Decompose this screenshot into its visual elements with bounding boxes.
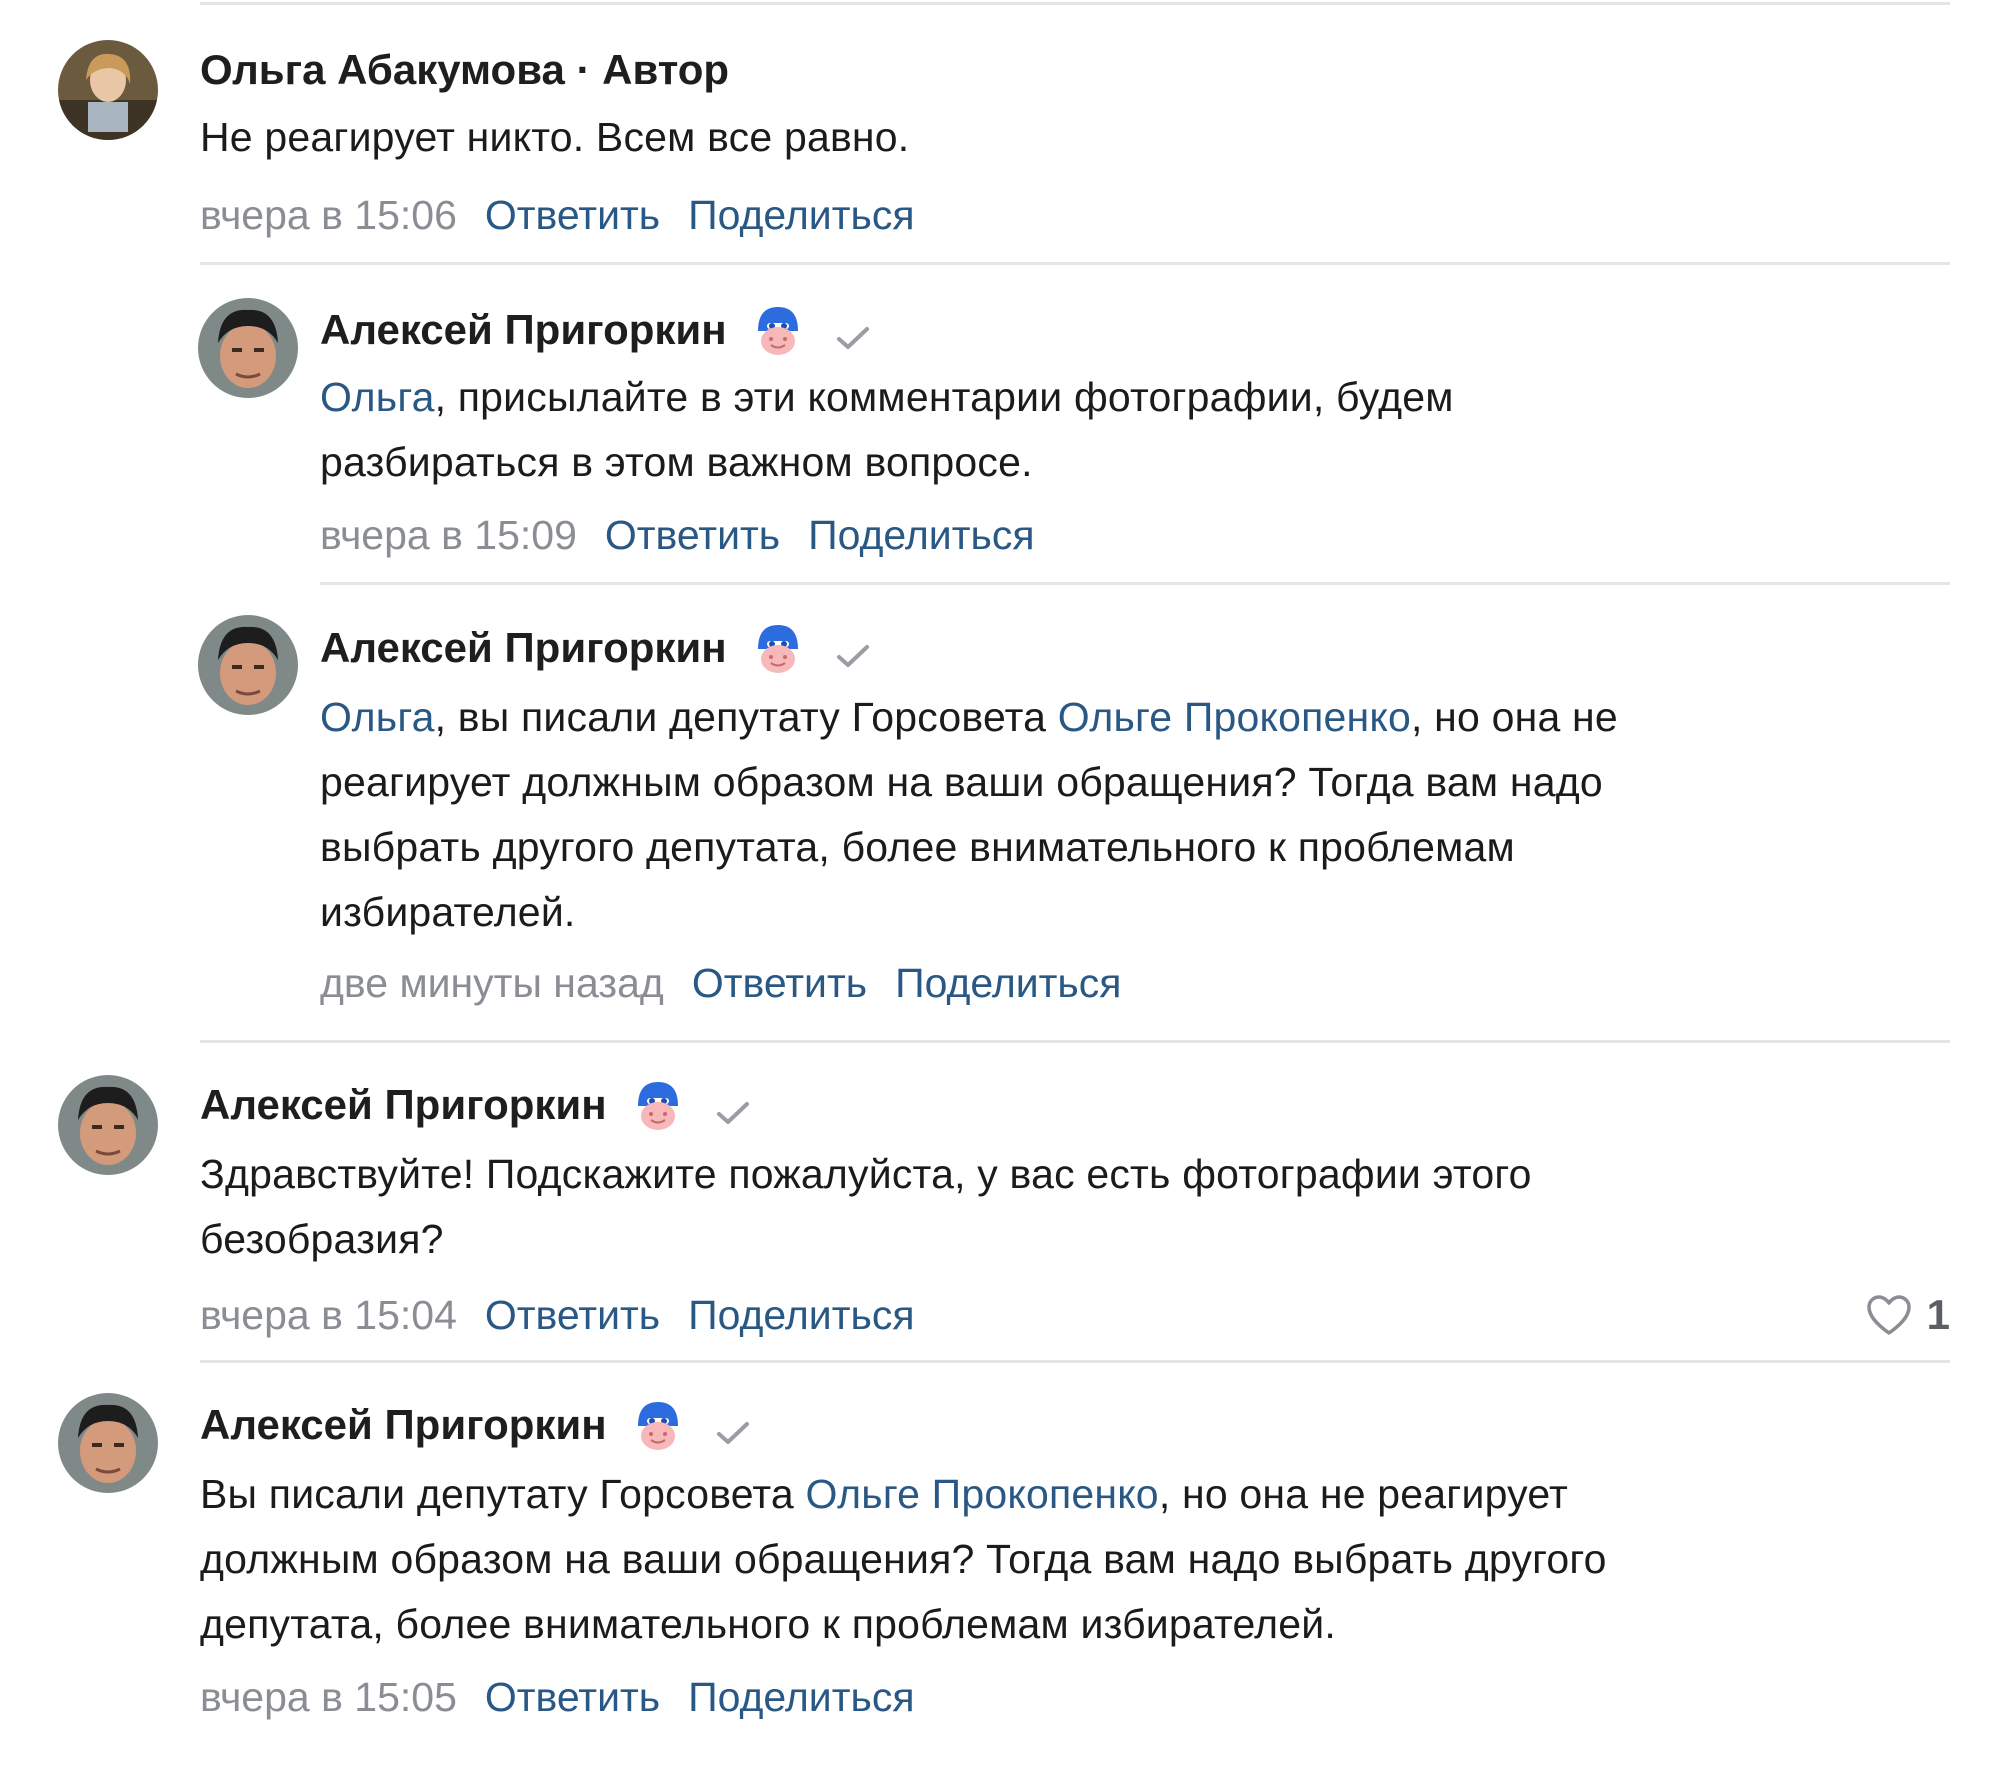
verified-check-icon [833, 632, 873, 667]
share-button[interactable]: Поделиться [688, 1674, 914, 1720]
reply-button[interactable]: Ответить [485, 192, 660, 238]
mention-link[interactable]: Ольге Прокопенко [806, 1471, 1159, 1517]
comment-text: Ольга, присылайте в эти комментарии фото… [320, 365, 1940, 495]
comment-time[interactable]: вчера в 15:04 [200, 1292, 457, 1338]
avatar-olga[interactable] [58, 40, 158, 140]
comment-time[interactable]: вчера в 15:09 [320, 512, 577, 558]
reply-button[interactable]: Ответить [485, 1674, 660, 1720]
comment-time[interactable]: вчера в 15:05 [200, 1674, 457, 1720]
verified-check-icon [833, 314, 873, 349]
comment-meta: вчера в 15:06 Ответить Поделиться [200, 190, 915, 240]
comment-time[interactable]: две минуты назад [320, 960, 664, 1006]
comment-text-segment: Вы писали депутату Горсовета [200, 1471, 806, 1517]
comment-text: Не реагирует никто. Всем все равно. [200, 105, 909, 170]
mention-link[interactable]: Ольга [320, 374, 435, 420]
comment-meta: вчера в 15:09 Ответить Поделиться [320, 510, 1035, 560]
comment-text-line: реагирует должным образом на ваши обраще… [320, 759, 1603, 805]
comment-text-segment: , присылайте в эти комментарии фотографи… [434, 374, 1454, 420]
separator [320, 582, 1950, 585]
comment-text-line: должным образом на ваши обращения? Тогда… [200, 1536, 1607, 1582]
share-button[interactable]: Поделиться [688, 192, 914, 238]
comment-text-line: Вы писали депутату Горсовета Ольге Проко… [200, 1462, 1960, 1527]
author-name[interactable]: Алексей Пригоркин [200, 1080, 607, 1130]
separator [200, 1360, 1950, 1363]
avatar-aleksey[interactable] [198, 615, 298, 715]
comment-text: Вы писали депутату Горсовета Ольге Проко… [200, 1462, 1960, 1657]
comment-text-line: Ольга, вы писали депутату Горсовета Ольг… [320, 685, 1960, 750]
mention-link[interactable]: Ольга [320, 694, 435, 740]
comment-text-segment: , но она не реагирует [1158, 1471, 1568, 1517]
comment-meta: вчера в 15:04 Ответить Поделиться [200, 1290, 915, 1340]
comment-text-line: Не реагирует никто. Всем все равно. [200, 114, 910, 160]
author-name[interactable]: Алексей Пригоркин [200, 1400, 607, 1450]
prometheus-badge-icon [749, 619, 807, 677]
separator [200, 262, 1950, 265]
comment-meta: две минуты назад Ответить Поделиться [320, 958, 1122, 1008]
share-button[interactable]: Поделиться [688, 1292, 914, 1338]
avatar-aleksey[interactable] [58, 1075, 158, 1175]
avatar-aleksey[interactable] [198, 298, 298, 398]
comment-author[interactable]: Алексей Пригоркин [200, 1080, 753, 1130]
comment-meta: вчера в 15:05 Ответить Поделиться [200, 1672, 915, 1722]
comment-author[interactable]: Алексей Пригоркин [200, 1400, 753, 1450]
heart-icon [1866, 1295, 1911, 1335]
comment-time[interactable]: вчера в 15:06 [200, 192, 457, 238]
mention-link[interactable]: Ольге Прокопенко [1058, 694, 1411, 740]
comment-text-line: депутата, более внимательного к проблема… [200, 1601, 1336, 1647]
comment-text-segment: , вы писали депутату Горсовета [434, 694, 1058, 740]
comment-text: Ольга, вы писали депутату Горсовета Ольг… [320, 685, 1960, 945]
prometheus-badge-icon [629, 1076, 687, 1134]
prometheus-badge-icon [749, 301, 807, 359]
comment-text-line: избирателей. [320, 889, 576, 935]
author-name[interactable]: Алексей Пригоркин [320, 623, 727, 673]
separator-top [200, 2, 1950, 5]
comment-text-line: безобразия? [200, 1216, 444, 1262]
reply-button[interactable]: Ответить [485, 1292, 660, 1338]
like-count: 1 [1926, 1291, 1950, 1338]
comment-text-line: выбрать другого депутата, более внимател… [320, 824, 1515, 870]
share-button[interactable]: Поделиться [895, 960, 1121, 1006]
author-name[interactable]: Алексей Пригоркин [320, 305, 727, 355]
comment-text-line: Здравствуйте! Подскажите пожалуйста, у в… [200, 1151, 1532, 1197]
reply-button[interactable]: Ответить [692, 960, 867, 1006]
comment-text-line: разбираться в этом важном вопросе. [320, 439, 1033, 485]
share-button[interactable]: Поделиться [808, 512, 1034, 558]
verified-check-icon [713, 1089, 753, 1124]
comment-text: Здравствуйте! Подскажите пожалуйста, у в… [200, 1142, 1940, 1272]
verified-check-icon [713, 1409, 753, 1444]
comment-author[interactable]: Алексей Пригоркин [320, 305, 873, 355]
author-name[interactable]: Ольга Абакумова · Автор [200, 45, 729, 95]
comment-text-line: Ольга, присылайте в эти комментарии фото… [320, 365, 1940, 430]
comment-author[interactable]: Ольга Абакумова · Автор [200, 45, 729, 95]
comment-author[interactable]: Алексей Пригоркин [320, 623, 873, 673]
separator [200, 1040, 1950, 1043]
like-button[interactable]: 1 [1865, 1290, 1950, 1340]
avatar-aleksey[interactable] [58, 1393, 158, 1493]
prometheus-badge-icon [629, 1396, 687, 1454]
reply-button[interactable]: Ответить [605, 512, 780, 558]
comment-text-segment: , но она не [1411, 694, 1618, 740]
